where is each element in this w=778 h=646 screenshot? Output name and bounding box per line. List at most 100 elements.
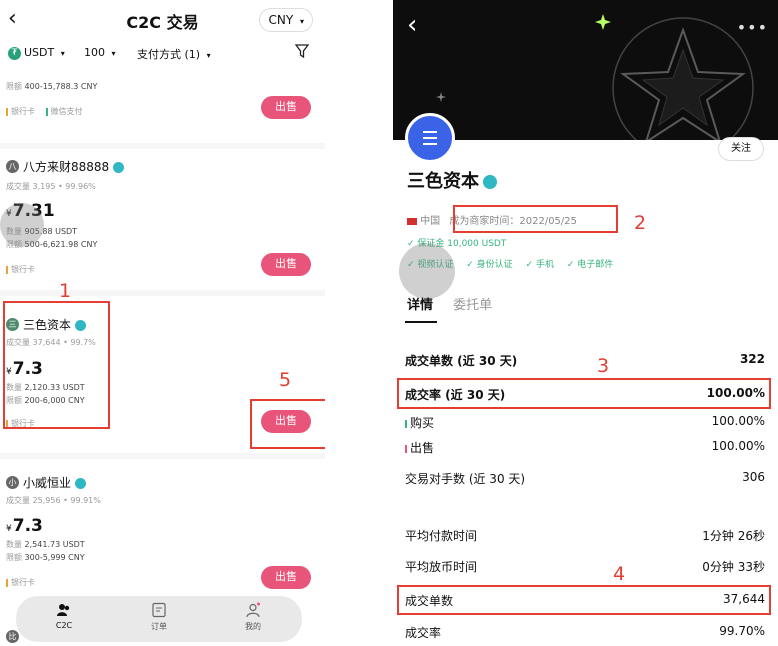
stat-label: 平均放币时间: [405, 560, 478, 574]
limit-value: 300-5,999 CNY: [24, 553, 85, 562]
payment-method: 银行卡: [11, 107, 35, 116]
sell-button[interactable]: 出售: [261, 96, 311, 119]
tab-orders[interactable]: 委托单: [453, 298, 492, 313]
deals-value: 25,956: [32, 496, 61, 505]
verified-badge-icon: [483, 175, 497, 189]
stat-label: 交易对手数 (近 30 天): [405, 472, 526, 486]
limit-row: 限额 400-15,788.3 CNY: [6, 81, 97, 92]
verified-badge-icon: [75, 478, 87, 489]
stat-value: 322: [739, 352, 765, 366]
tab-profile[interactable]: 我的: [223, 602, 283, 632]
tab-details[interactable]: 详情: [407, 298, 433, 313]
user-icon: [246, 602, 260, 618]
payment-methods: 银行卡: [6, 264, 35, 275]
stat-label: 购买: [405, 414, 434, 431]
avatar: 八: [6, 160, 19, 173]
verified-badge-icon: [113, 162, 125, 173]
merchant-name[interactable]: 八方来财88888: [23, 158, 125, 175]
detail-tabs: 详情 委托单: [407, 294, 492, 313]
stat-label: 成交单数 (近 30 天): [405, 354, 518, 368]
payment-methods: 银行卡 微信支付: [6, 106, 83, 117]
tab-label: 我的: [245, 622, 261, 631]
divider: [0, 290, 325, 296]
verification-item: ✓ 电子邮件: [566, 260, 614, 270]
limit-label: 限额: [6, 82, 22, 91]
price-value: 7.3: [12, 516, 43, 536]
payment-method: 微信支付: [50, 107, 83, 116]
follow-button[interactable]: 关注: [718, 137, 764, 161]
annotation-number: 5: [279, 369, 292, 391]
annotation-number: 3: [597, 355, 610, 377]
verification-item: ✓ 手机: [525, 260, 554, 270]
annotation-number: 2: [634, 212, 647, 234]
limit-value: 400-15,788.3 CNY: [24, 82, 98, 91]
stats-row: 成交量 3,195 • 99.96%: [6, 182, 96, 191]
annotation-box: [250, 399, 325, 449]
users-icon: [57, 604, 70, 616]
stat-label-text: 购买: [410, 416, 435, 430]
more-icon[interactable]: •••: [737, 18, 768, 37]
star-decoration-icon: [436, 14, 754, 159]
quantity-row: 数量 2,541.73 USDT: [6, 539, 85, 550]
stat-value: 100.00%: [711, 439, 765, 453]
touch-indicator: [399, 243, 455, 299]
annotation-box: [397, 378, 771, 409]
merchant-name-text: 八方来财88888: [23, 160, 110, 174]
buy-bar-icon: [405, 419, 407, 428]
annotation-number: 4: [613, 563, 626, 585]
stat-value: 100.00%: [711, 414, 765, 428]
divider: [0, 453, 325, 459]
tab-label: 订单: [151, 622, 167, 631]
annotation-box: [397, 585, 771, 615]
order-list-icon: [152, 602, 166, 618]
payment-methods: 银行卡: [6, 577, 35, 588]
wechat-bar-icon: [45, 107, 48, 116]
yen-symbol: ¥: [6, 524, 12, 534]
menu-line: [423, 143, 437, 145]
limit-label: 限额: [6, 553, 22, 562]
tab-c2c[interactable]: C2C: [34, 602, 94, 630]
tab-underline: [405, 321, 437, 323]
filter-bar: ₮ USDT ▾ 100 ▾ 支付方式 (1) ▾: [0, 40, 325, 68]
merchant-name-text: 三色资本: [407, 171, 479, 192]
stat-label: 平均付款时间: [405, 529, 478, 543]
merchant-name[interactable]: 小威恒业: [23, 474, 87, 491]
stat-label: 出售: [405, 439, 434, 456]
tether-icon: ₮: [8, 46, 21, 60]
amount-label: 100: [84, 46, 105, 59]
coin-label: USDT: [24, 46, 55, 59]
quantity-value: 2,541.73 USDT: [24, 540, 85, 549]
region: 中国: [420, 216, 441, 227]
bank-card-bar-icon: [6, 578, 8, 587]
payment-label: 支付方式 (1): [137, 48, 201, 61]
deals-label: 成交量: [6, 182, 30, 191]
stat-value: 1分钟 26秒: [702, 529, 765, 543]
tab-orders[interactable]: 订单: [129, 602, 189, 632]
stat-label: 成交率: [405, 626, 442, 640]
stat-value: 306: [742, 470, 765, 484]
menu-line: [423, 131, 437, 133]
bank-card-bar-icon: [6, 107, 8, 116]
quantity-label: 数量: [6, 540, 22, 549]
payment-filter[interactable]: 支付方式 (1) ▾: [137, 46, 211, 62]
stat-label-text: 出售: [410, 441, 435, 455]
sell-button[interactable]: 出售: [261, 566, 311, 589]
funnel-icon[interactable]: [295, 44, 309, 58]
coin-filter[interactable]: ₮ USDT ▾: [8, 46, 65, 60]
rate-value: 99.91%: [70, 496, 101, 505]
avatar: 小: [6, 476, 19, 489]
bottom-tab-bar: C2C 订单 我的: [16, 596, 302, 642]
stats-row: 成交量 25,956 • 99.91%: [6, 496, 101, 505]
currency-select[interactable]: CNY ▾: [259, 8, 313, 32]
amount-filter[interactable]: 100 ▾: [84, 46, 116, 59]
sell-bar-icon: [405, 444, 407, 453]
avatar: 比: [6, 630, 19, 643]
rate-value: 99.96%: [65, 182, 96, 191]
back-button[interactable]: ‹: [407, 12, 417, 38]
merchant-avatar: [405, 113, 455, 163]
c2c-market-screen: ‹ C2C 交易 CNY ▾ ₮ USDT ▾ 100 ▾ 支付方式 (1) ▾ …: [0, 0, 325, 646]
profile-banner: ‹ •••: [393, 0, 778, 159]
annotation-box: [3, 301, 110, 429]
stat-value: 0分钟 33秒: [702, 560, 765, 574]
sell-button[interactable]: 出售: [261, 253, 311, 276]
